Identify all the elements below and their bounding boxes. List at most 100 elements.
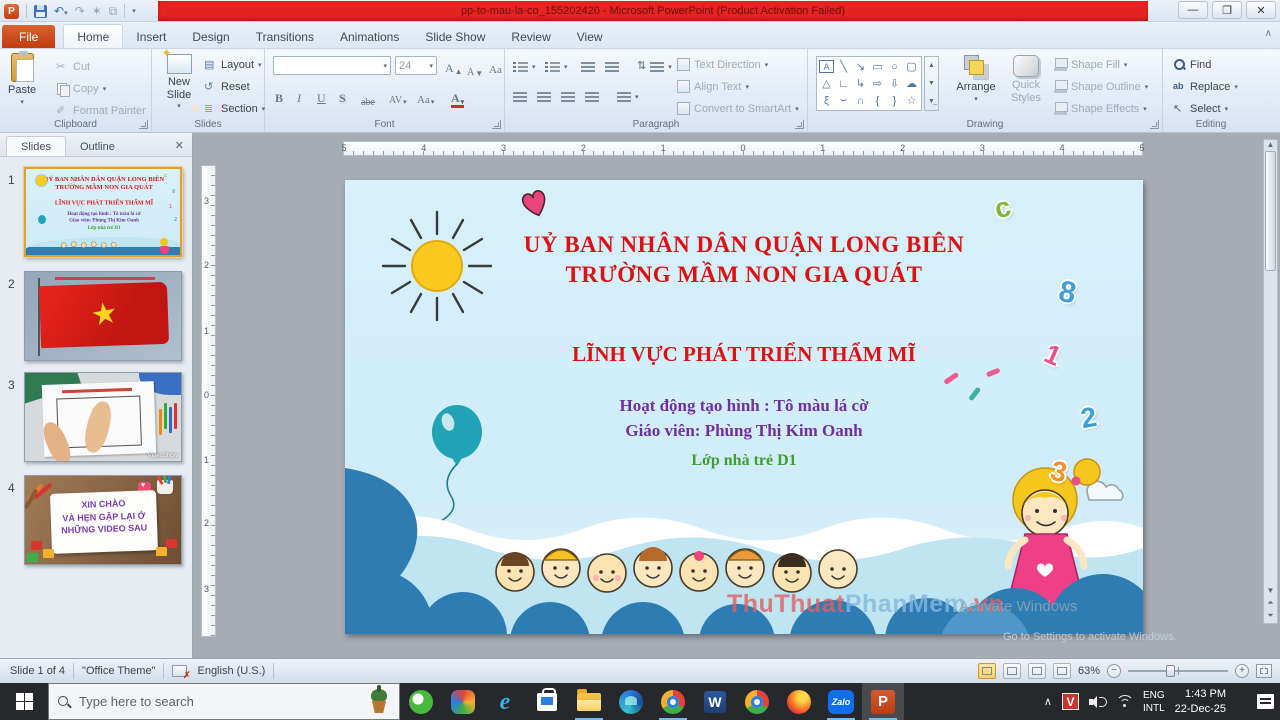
taskbar-chrome-1[interactable] xyxy=(652,683,694,720)
gallery-up-icon[interactable]: ▲ xyxy=(928,62,935,69)
shapes-gallery-scroll[interactable]: ▲ ▼ ▼̲ xyxy=(924,56,939,111)
taskbar-firefox[interactable] xyxy=(778,683,820,720)
bold-button[interactable]: B xyxy=(275,87,283,106)
quick-styles-button[interactable]: Quick Styles xyxy=(1004,55,1048,104)
tab-animations[interactable]: Animations xyxy=(327,25,412,48)
format-painter-button[interactable]: Format Painter xyxy=(56,101,146,120)
minimize-ribbon-icon[interactable]: ∧ xyxy=(1265,28,1272,39)
previous-slide-icon[interactable]: ⏶ xyxy=(1267,598,1273,608)
gallery-more-icon[interactable]: ▼̲ xyxy=(928,98,935,105)
scroll-down-icon[interactable]: ▼ xyxy=(1267,586,1275,595)
fit-to-window-button[interactable] xyxy=(1256,664,1272,678)
zoom-slider[interactable] xyxy=(1128,670,1228,672)
scroll-up-icon[interactable]: ▲ xyxy=(1267,140,1275,149)
action-center-icon[interactable] xyxy=(1257,694,1274,709)
zoom-slider-thumb[interactable] xyxy=(1166,665,1175,677)
font-dialog-launcher[interactable] xyxy=(492,120,501,129)
tab-slides-pane[interactable]: Slides xyxy=(6,136,66,156)
shape-outline-button[interactable]: Shape Outline▾ xyxy=(1054,77,1148,96)
print-preview-icon[interactable]: ⧉ xyxy=(109,5,118,17)
drawing-dialog-launcher[interactable] xyxy=(1150,120,1159,129)
text-direction-button[interactable]: Text Direction▾ xyxy=(677,55,768,74)
layout-button[interactable]: Layout▾ xyxy=(204,55,262,74)
language-switcher[interactable]: ENGINTL xyxy=(1143,689,1165,715)
section-button[interactable]: Section▾ xyxy=(204,99,265,118)
increase-indent-button[interactable] xyxy=(605,57,619,76)
minimize-button[interactable]: — xyxy=(1178,1,1208,19)
reset-button[interactable]: Reset xyxy=(204,77,250,96)
scrollbar-thumb[interactable] xyxy=(1265,151,1276,271)
tab-transitions[interactable]: Transitions xyxy=(243,25,327,48)
taskbar-microsoft-store[interactable] xyxy=(526,683,568,720)
shapes-gallery[interactable]: A ╲ ↘ ▭ ○ ▢ △ ∟ ↳ ⇨ ⇩ ☁ ξ ⌣ ∩ { } ☆ xyxy=(816,56,922,111)
save-icon[interactable] xyxy=(34,5,47,18)
tab-home[interactable]: Home xyxy=(63,24,123,48)
triangle-shape-icon[interactable]: △ xyxy=(818,75,835,92)
scribble-shape-icon[interactable]: ξ xyxy=(818,92,835,109)
down-arrow-shape-icon[interactable]: ⇩ xyxy=(886,75,903,92)
close-pane-icon[interactable]: ✕ xyxy=(175,139,184,152)
volume-icon[interactable] xyxy=(1089,695,1105,709)
font-size-combo[interactable]: 24▾ xyxy=(395,56,437,75)
clipboard-dialog-launcher[interactable] xyxy=(139,120,148,129)
redo-icon[interactable]: ↷ xyxy=(75,5,85,17)
text-box-shape-icon[interactable]: A xyxy=(819,60,834,73)
paste-dropdown-icon[interactable]: ▾ xyxy=(20,99,24,107)
slide-title-line2[interactable]: TRƯỜNG MẦM NON GIA QUÁT xyxy=(345,262,1143,288)
tray-expand-icon[interactable]: ∧ xyxy=(1044,695,1052,708)
new-slide-dropdown-icon[interactable]: ▾ xyxy=(177,103,181,111)
vertical-ruler[interactable]: 32 10 12 3 xyxy=(201,165,216,637)
elbow-arrow-connector-icon[interactable]: ↳ xyxy=(852,75,869,92)
maximize-button[interactable]: ❐ xyxy=(1212,1,1242,19)
italic-button[interactable]: I xyxy=(297,87,301,106)
underline-button[interactable]: U xyxy=(317,87,326,106)
shape-fill-button[interactable]: Shape Fill▾ xyxy=(1054,55,1127,74)
slide-class-line[interactable]: Lớp nhà trẻ D1 xyxy=(345,452,1143,470)
slide-canvas[interactable]: UỶ BAN NHÂN DÂN QUẬN LONG BIÊN TRƯỜNG MẦ… xyxy=(345,180,1143,634)
slide-sorter-view-button[interactable] xyxy=(1003,663,1021,679)
slide-teacher-line[interactable]: Giáo viên: Phùng Thị Kim Oanh xyxy=(345,421,1143,441)
taskbar-word[interactable]: W xyxy=(694,683,736,720)
shape-effects-button[interactable]: Shape Effects▾ xyxy=(1054,99,1147,118)
tab-view[interactable]: View xyxy=(564,25,616,48)
tab-insert[interactable]: Insert xyxy=(123,25,179,48)
taskbar-edge[interactable] xyxy=(610,683,652,720)
start-button[interactable] xyxy=(0,683,48,720)
paste-button[interactable]: Paste ▾ xyxy=(8,53,36,107)
slide-2-thumbnail[interactable]: ★ xyxy=(24,271,182,361)
slide-4-thumbnail[interactable]: XIN CHÀO VÀ HẸN GẶP LẠI Ở NHỮNG VIDEO SA… xyxy=(24,475,182,565)
unikey-icon[interactable]: V xyxy=(1062,693,1079,710)
taskbar-clock[interactable]: 1:43 PM22-Dec-25 xyxy=(1175,687,1226,717)
shrink-font-button[interactable]: A▼ xyxy=(467,59,483,78)
rectangle-shape-icon[interactable]: ▭ xyxy=(869,58,886,75)
select-button[interactable]: Select▾ xyxy=(1173,99,1228,118)
vertical-scrollbar[interactable]: ▲ ▼ ⏶ ⏷ xyxy=(1263,139,1278,624)
tab-slide-show[interactable]: Slide Show xyxy=(412,25,498,48)
star-shape-icon[interactable]: ☆ xyxy=(903,92,920,109)
search-highlight-cupcake-icon[interactable] xyxy=(369,689,389,715)
reading-view-button[interactable] xyxy=(1028,663,1046,679)
cloud-shape-icon[interactable]: ☁ xyxy=(903,75,920,92)
slideshow-view-button[interactable] xyxy=(1053,663,1071,679)
gallery-down-icon[interactable]: ▼ xyxy=(928,80,935,87)
new-from-template-icon[interactable]: ✶ xyxy=(92,5,102,17)
find-button[interactable]: Find xyxy=(1173,55,1211,74)
new-slide-button[interactable]: New Slide ▾ xyxy=(158,54,200,111)
clear-formatting-button[interactable]: Aa xyxy=(489,57,502,76)
next-slide-icon[interactable]: ⏷ xyxy=(1267,611,1273,621)
slide-subject-line[interactable]: LĨNH VỰC PHÁT TRIỂN THẨM MĨ xyxy=(345,342,1143,367)
taskbar-chrome-2[interactable] xyxy=(736,683,778,720)
arrange-button[interactable]: Arrange ▾ xyxy=(950,55,1002,104)
taskbar-internet-explorer[interactable]: e xyxy=(484,683,526,720)
align-left-button[interactable] xyxy=(513,87,527,106)
right-brace-shape-icon[interactable]: } xyxy=(886,92,903,109)
zoom-level[interactable]: 63% xyxy=(1078,665,1100,677)
taskbar-zalo[interactable]: Zalo xyxy=(820,683,862,720)
decrease-indent-button[interactable] xyxy=(581,57,595,76)
powerpoint-app-icon[interactable]: P xyxy=(4,4,19,19)
oval-shape-icon[interactable]: ○ xyxy=(886,58,903,75)
justify-button[interactable] xyxy=(585,87,599,106)
align-text-button[interactable]: Align Text▾ xyxy=(677,77,749,96)
slide-1-thumbnail[interactable]: UỶ BAN NHÂN DÂN QUẬN LONG BIÊN TRƯỜNG MẦ… xyxy=(24,167,182,257)
slide-title-line1[interactable]: UỶ BAN NHÂN DÂN QUẬN LONG BIÊN xyxy=(345,232,1143,258)
